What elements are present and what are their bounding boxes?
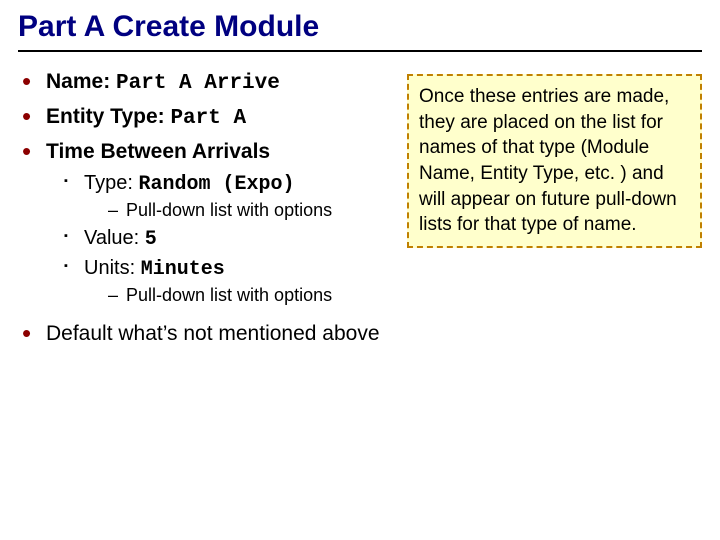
name-label: Name: xyxy=(46,70,116,93)
slide-title: Part A Create Module xyxy=(18,10,702,44)
name-value: Part A Arrive xyxy=(116,72,280,95)
sub-units: Units: Minutes Pull-down list with optio… xyxy=(62,257,397,306)
bullet-list: Name: Part A Arrive Entity Type: Part A … xyxy=(18,70,397,306)
pulldown-note-2: Pull-down list with options xyxy=(106,285,397,306)
sub-list: Type: Random (Expo) Pull-down list with … xyxy=(46,172,397,306)
units-label: Units: xyxy=(84,257,141,279)
content-row: Name: Part A Arrive Entity Type: Part A … xyxy=(18,70,702,316)
final-bullet-list: Default what’s not mentioned above xyxy=(18,322,702,346)
tba-label: Time Between Arrivals xyxy=(46,140,270,163)
sub-type: Type: Random (Expo) Pull-down list with … xyxy=(62,172,397,221)
type-label: Type: xyxy=(84,172,138,194)
bullet-entity-type: Entity Type: Part A xyxy=(18,105,397,130)
dash-list-2: Pull-down list with options xyxy=(84,285,397,306)
pulldown-note-1: Pull-down list with options xyxy=(106,200,397,221)
dash-list-1: Pull-down list with options xyxy=(84,200,397,221)
bullet-name: Name: Part A Arrive xyxy=(18,70,397,95)
title-divider xyxy=(18,50,702,52)
units-value: Minutes xyxy=(141,258,225,281)
value-label: Value: xyxy=(84,227,145,249)
entity-value: Part A xyxy=(170,107,246,130)
left-column: Name: Part A Arrive Entity Type: Part A … xyxy=(18,70,397,316)
bullet-time-between-arrivals: Time Between Arrivals Type: Random (Expo… xyxy=(18,140,397,306)
entity-label: Entity Type: xyxy=(46,105,170,128)
value-value: 5 xyxy=(145,228,157,251)
callout-box: Once these entries are made, they are pl… xyxy=(407,74,702,248)
bullet-default: Default what’s not mentioned above xyxy=(18,322,702,346)
type-value: Random (Expo) xyxy=(138,173,294,196)
sub-value: Value: 5 xyxy=(62,227,397,251)
